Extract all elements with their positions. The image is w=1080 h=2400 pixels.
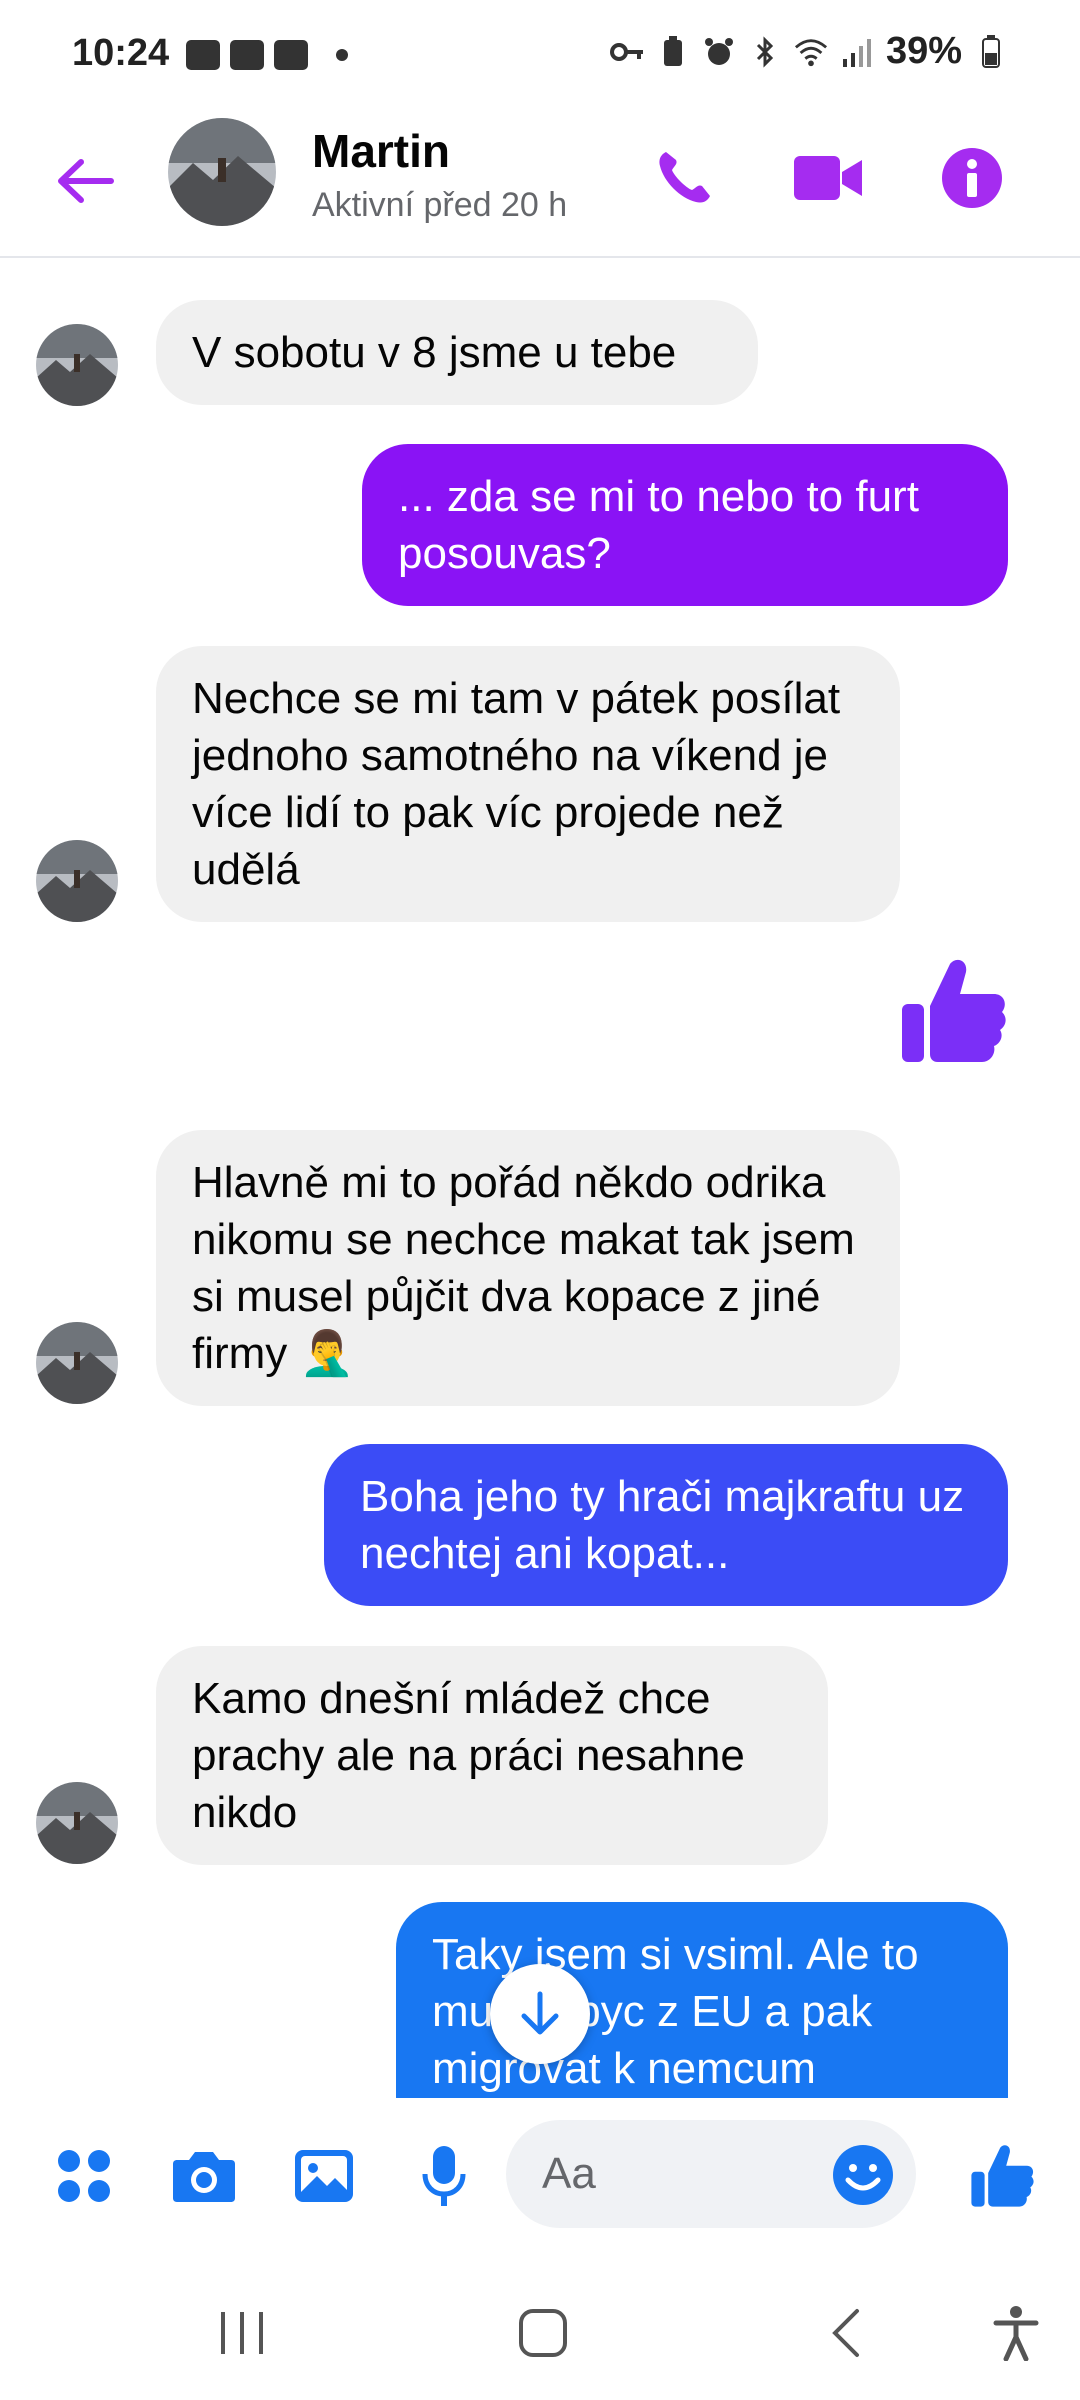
sender-avatar[interactable] bbox=[36, 1322, 118, 1404]
scroll-to-bottom-button[interactable] bbox=[490, 1964, 590, 2064]
contact-name[interactable]: Martin bbox=[312, 124, 450, 178]
status-time: 10:24 bbox=[72, 32, 170, 74]
back-button[interactable] bbox=[50, 146, 120, 216]
alarm-icon bbox=[702, 35, 736, 69]
video-camera-icon bbox=[794, 156, 862, 200]
audio-call-button[interactable] bbox=[644, 138, 724, 218]
chevron-left-icon bbox=[832, 2309, 859, 2357]
send-like-button[interactable] bbox=[964, 2138, 1040, 2214]
like-sticker[interactable] bbox=[898, 956, 1008, 1066]
recents-icon bbox=[221, 2312, 263, 2354]
smiley-icon bbox=[833, 2145, 893, 2205]
message-bubble-outgoing[interactable]: Boha jeho ty hrači majkraftu uz nechtej … bbox=[324, 1444, 1008, 1606]
video-call-button[interactable] bbox=[788, 138, 868, 218]
contact-status: Aktivní před 20 h bbox=[312, 186, 568, 224]
battery-percent: 39% bbox=[885, 30, 962, 72]
home-icon bbox=[519, 2309, 567, 2357]
signal-icon bbox=[840, 35, 874, 69]
accessibility-button[interactable] bbox=[976, 2298, 1056, 2368]
apps-button[interactable] bbox=[46, 2138, 122, 2214]
emoji-button[interactable] bbox=[830, 2142, 896, 2208]
avatar-photo bbox=[168, 118, 276, 226]
message-bubble-outgoing[interactable]: ... zda se mi to nebo to furt posouvas? bbox=[362, 444, 1008, 606]
sim-icon bbox=[230, 40, 264, 70]
status-left-icons bbox=[186, 40, 348, 70]
chat-header: Martin Aktivní před 20 h bbox=[0, 118, 1080, 258]
image-icon bbox=[186, 40, 220, 70]
camera-icon bbox=[173, 2152, 235, 2202]
sender-avatar[interactable] bbox=[36, 1782, 118, 1864]
voice-message-button[interactable] bbox=[406, 2138, 482, 2214]
recent-apps-button[interactable] bbox=[202, 2298, 282, 2368]
arrow-left-icon bbox=[58, 159, 114, 203]
contact-avatar[interactable] bbox=[168, 118, 276, 226]
info-icon bbox=[942, 148, 1002, 208]
status-right: 39% bbox=[609, 30, 1008, 73]
grid-dots-icon bbox=[58, 2150, 110, 2202]
sender-avatar[interactable] bbox=[36, 840, 118, 922]
info-button[interactable] bbox=[932, 138, 1012, 218]
message-bubble-incoming[interactable]: Hlavně mi to pořád někdo odrika nikomu s… bbox=[156, 1130, 900, 1406]
bluetooth-icon bbox=[748, 35, 782, 69]
back-nav-button[interactable] bbox=[805, 2298, 885, 2368]
thumbs-up-icon bbox=[971, 2145, 1034, 2207]
arrow-down-icon bbox=[521, 1991, 559, 2035]
key-icon bbox=[609, 35, 644, 69]
message-bubble-incoming[interactable]: Kamo dnešní mládež chce prachy ale na pr… bbox=[156, 1646, 828, 1865]
wifi-icon bbox=[794, 35, 828, 69]
image-icon bbox=[295, 2150, 353, 2202]
youtube-icon bbox=[274, 40, 308, 70]
message-list[interactable]: V sobotu v 8 jsme u tebe ... zda se mi t… bbox=[0, 258, 1080, 2098]
gallery-button[interactable] bbox=[286, 2138, 362, 2214]
message-bubble-incoming[interactable]: Nechce se mi tam v pátek posílat jednoho… bbox=[156, 646, 900, 922]
phone-icon bbox=[659, 152, 710, 203]
system-nav-bar bbox=[0, 2258, 1080, 2400]
microphone-icon bbox=[422, 2146, 466, 2206]
dot-icon bbox=[336, 49, 348, 61]
home-button[interactable] bbox=[503, 2298, 583, 2368]
composer-bar bbox=[0, 2098, 1080, 2258]
battery-saver-icon bbox=[656, 35, 690, 69]
message-bubble-outgoing[interactable]: Taky jsem si vsiml. Ale to muzou byc z E… bbox=[396, 1902, 1008, 2098]
sender-avatar[interactable] bbox=[36, 324, 118, 406]
status-bar: 10:24 39% bbox=[0, 0, 1080, 118]
thumbs-up-icon bbox=[902, 959, 1006, 1062]
message-bubble-incoming[interactable]: V sobotu v 8 jsme u tebe bbox=[156, 300, 758, 405]
battery-icon bbox=[974, 34, 1008, 69]
accessibility-icon bbox=[993, 2306, 1039, 2361]
camera-button[interactable] bbox=[166, 2138, 242, 2214]
